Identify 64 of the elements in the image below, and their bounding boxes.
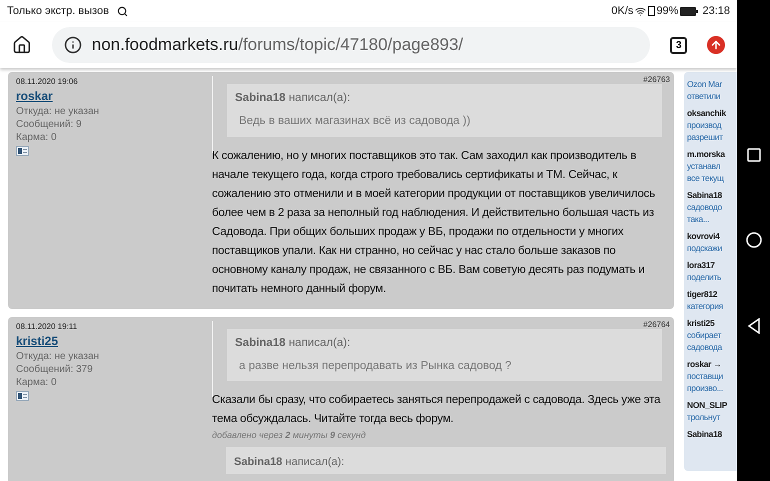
sidebar-author: Sabina18 bbox=[687, 189, 723, 201]
sidebar-topic-link[interactable]: ответили bbox=[687, 90, 737, 102]
sidebar-author: Sabina18 bbox=[687, 428, 723, 440]
quote-header: Sabina18 написал(а): bbox=[234, 456, 344, 468]
wifi-icon bbox=[635, 6, 646, 16]
profile-card-icon[interactable] bbox=[16, 390, 29, 400]
sidebar-topic-link[interactable]: поделить bbox=[687, 271, 737, 283]
edit-note: добавлено через 2 минуты 9 секунд bbox=[212, 429, 367, 442]
sidebar-topic-link[interactable]: категория bbox=[687, 300, 737, 312]
post-date: 08.11.2020 19:11 bbox=[16, 320, 78, 332]
sidebar-topic-link[interactable]: трольнут bbox=[687, 411, 737, 423]
post-text: К сожалению, но у многих поставщиков это так. Сам заходил как производитель в начале текущего года, когда строго требовались сертификаты и ТМ. Сейчас, к сожалению это отменили и в моей категории продукции от поставщиков увеличилось более чем в 2 раза за неполный год наблюдения. И действительно большая часть из Садовода. При общих больших продаж у ВБ, продажи по отдельности у многих поставщиков упали. Как ни странно, но сейчас у нас стало больше заказов по основному каналу продаж, не связанного с ВБ. Вам советую десять раз подумать и почитать немного данный форум. bbox=[212, 148, 656, 296]
profile-card-icon[interactable] bbox=[16, 146, 29, 156]
quote-text: а разве нельзя перепродавать из Рынка садовод ? bbox=[238, 358, 512, 374]
update-icon[interactable] bbox=[707, 36, 725, 54]
sidebar-author: lora317 bbox=[687, 259, 716, 271]
clock-time: 23:18 bbox=[702, 4, 730, 19]
author-link[interactable]: roskar bbox=[16, 88, 212, 104]
info-icon[interactable] bbox=[64, 36, 82, 54]
home-circle-icon[interactable] bbox=[746, 232, 762, 248]
sidebar-topic-link[interactable]: разрешит bbox=[687, 131, 737, 143]
sidebar-author: kristi25 bbox=[687, 317, 716, 329]
url-text: non.foodmarkets.ru/forums/topic/47180/page893/ bbox=[92, 34, 464, 56]
sidebar-topic-link[interactable]: поставщи bbox=[687, 370, 737, 382]
sidebar-topic-link[interactable]: все текущ bbox=[687, 172, 737, 184]
home-icon[interactable] bbox=[12, 35, 32, 55]
post-number: #26763 bbox=[643, 74, 670, 86]
sidebar-topic-link[interactable]: производ bbox=[687, 119, 737, 131]
author-karma: Карма: 0 bbox=[16, 131, 58, 144]
sidebar-author: tiger812 bbox=[687, 288, 718, 300]
author-messages: Сообщений: 379 bbox=[16, 362, 94, 376]
sidebar-author: oksanchik bbox=[687, 107, 727, 119]
sidebar-topic-link[interactable]: така... bbox=[687, 213, 737, 225]
author-karma: Карма: 0 bbox=[16, 376, 58, 388]
tab-count-button[interactable]: 3 bbox=[670, 36, 688, 54]
back-icon[interactable] bbox=[746, 318, 760, 334]
battery-icon bbox=[680, 6, 698, 16]
post-number: #26764 bbox=[643, 318, 670, 330]
quote-text: Ведь в ваших магазинах всё из садовода )) bbox=[238, 114, 472, 130]
battery-percent: 99% bbox=[656, 4, 678, 19]
post-text: Сказали бы сразу, что собираетесь заняться перепродажей с садовода. Здесь уже эта тема обсуждалась. Читайте тогда весь форум. bbox=[212, 393, 662, 427]
author-link[interactable]: kristi25 bbox=[16, 332, 212, 348]
search-icon bbox=[116, 6, 128, 16]
sidebar-topic-link[interactable]: произво... bbox=[687, 382, 737, 394]
post-date: 08.11.2020 19:06 bbox=[16, 76, 79, 88]
recents-icon[interactable] bbox=[746, 148, 760, 162]
sidebar-author: NON_SLIP bbox=[687, 399, 728, 411]
carrier-text: Только экстр. вызов bbox=[7, 4, 109, 19]
network-speed: 0K/s bbox=[611, 4, 634, 19]
author-messages: Сообщений: 9 bbox=[16, 118, 83, 131]
sidebar-author: kovrovi4 bbox=[687, 230, 721, 242]
quote-header: Sabina18 написал(а): bbox=[235, 91, 352, 106]
sidebar-topic-link[interactable]: садовода bbox=[687, 341, 737, 353]
author-location: Откуда: не указан bbox=[16, 350, 100, 362]
sidebar-topic-link[interactable]: устанавл bbox=[687, 160, 737, 172]
sidebar-topic-link[interactable]: собирает bbox=[687, 329, 737, 341]
sidebar-author: m.morska bbox=[687, 148, 726, 160]
author-location: Откуда: не указан bbox=[16, 105, 100, 118]
sidebar-topic-link[interactable]: подскажи bbox=[687, 242, 737, 254]
address-bar[interactable]: non.foodmarkets.ru/forums/topic/47180/page893/ bbox=[52, 27, 650, 63]
sidebar-topic-link[interactable]: Ozon Mar bbox=[687, 78, 737, 90]
quote-header: Sabina18 написал(а): bbox=[235, 336, 352, 350]
sidebar-topic-link[interactable]: садоводо bbox=[687, 201, 737, 213]
sidebar-author: roskar → bbox=[687, 358, 722, 370]
